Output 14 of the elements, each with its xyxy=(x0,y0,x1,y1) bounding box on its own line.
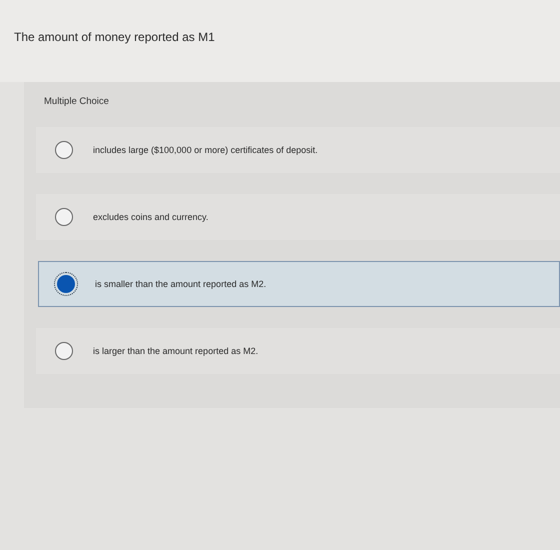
radio-button[interactable] xyxy=(55,208,73,226)
answer-option[interactable]: is smaller than the amount reported as M2. xyxy=(38,261,560,307)
answer-option[interactable]: is larger than the amount reported as M2. xyxy=(36,328,560,374)
radio-button[interactable] xyxy=(55,141,73,159)
option-text: includes large ($100,000 or more) certificates of deposit. xyxy=(93,145,318,155)
answer-option[interactable]: excludes coins and currency. xyxy=(36,194,560,240)
question-type-label: Multiple Choice xyxy=(44,96,110,107)
radio-button[interactable] xyxy=(55,342,73,360)
option-text: is smaller than the amount reported as M2. xyxy=(95,279,266,289)
option-text: excludes coins and currency. xyxy=(93,212,208,222)
radio-button[interactable] xyxy=(57,275,75,293)
option-text: is larger than the amount reported as M2. xyxy=(93,346,258,356)
question-text: The amount of money reported as M1 xyxy=(14,30,216,44)
answer-option[interactable]: includes large ($100,000 or more) certificates of deposit. xyxy=(36,127,560,173)
